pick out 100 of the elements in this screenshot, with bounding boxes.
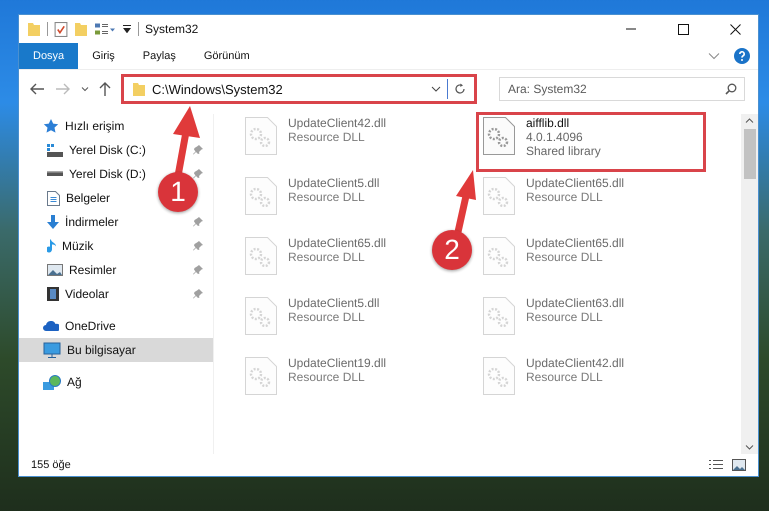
address-bar[interactable]: C:\Windows\System32: [121, 74, 477, 104]
file-detail: 4.0.1.4096: [526, 130, 584, 144]
pin-icon[interactable]: [193, 289, 203, 299]
file-name: UpdateClient65.dll: [526, 176, 624, 190]
file-item[interactable]: aifflib.dll 4.0.1.4096 Shared library: [478, 114, 704, 170]
window-title: System32: [145, 22, 198, 36]
file-item[interactable]: UpdateClient19.dll Resource DLL: [240, 354, 426, 398]
file-detail: Resource DLL: [288, 190, 366, 204]
file-detail: Shared library: [526, 144, 601, 158]
film-icon: [47, 287, 59, 301]
gear-file-icon: [482, 176, 516, 216]
pin-icon[interactable]: [193, 241, 203, 251]
vertical-scrollbar[interactable]: [741, 114, 758, 454]
sidebar-item[interactable]: Belgeler: [19, 186, 157, 210]
folder-icon: [132, 82, 146, 96]
sidebar-item[interactable]: Yerel Disk (D:): [19, 162, 157, 186]
search-field[interactable]: Ara: System32: [499, 77, 745, 101]
large-icons-view-icon[interactable]: [732, 459, 746, 471]
file-item[interactable]: UpdateClient42.dll Resource DLL: [240, 114, 426, 158]
sidebar-label: Yerel Disk (D:): [69, 167, 146, 181]
pointer-arrow: [454, 170, 476, 233]
file-detail: Resource DLL: [526, 310, 604, 324]
pin-icon[interactable]: [193, 169, 203, 179]
close-icon: [730, 24, 740, 34]
address-path: C:\Windows\System32: [152, 82, 284, 96]
pin-icon[interactable]: [193, 265, 203, 275]
help-icon[interactable]: [734, 48, 750, 64]
recent-dropdown-icon[interactable]: [81, 86, 89, 92]
sidebar-item[interactable]: Yerel Disk (C:): [19, 138, 157, 162]
gear-file-icon: [244, 236, 278, 276]
scroll-down-icon[interactable]: [745, 445, 754, 450]
sidebar-item[interactable]: Videolar: [19, 282, 157, 306]
sidebar-label: Bu bilgisayar: [67, 343, 136, 357]
details-view-icon[interactable]: [708, 460, 724, 470]
pin-icon[interactable]: [193, 145, 203, 155]
file-detail: Resource DLL: [288, 250, 366, 264]
star-icon: [43, 118, 59, 134]
sidebar-label: Müzik: [62, 239, 94, 253]
sidebar-item[interactable]: Resimler: [19, 258, 157, 282]
music-note-icon: [47, 238, 56, 254]
minimize-icon: [626, 28, 636, 30]
refresh-icon[interactable]: [454, 83, 466, 95]
file-detail: Resource DLL: [288, 130, 366, 144]
view-options-icon[interactable]: [94, 23, 116, 35]
sidebar-item[interactable]: Müzik: [19, 234, 157, 258]
gear-file-icon: [482, 296, 516, 336]
gear-file-icon: [244, 296, 278, 336]
customize-dropdown-icon[interactable]: [122, 25, 132, 33]
sidebar-label: Ağ: [67, 375, 82, 389]
file-name: UpdateClient65.dll: [288, 236, 386, 250]
file-name: UpdateClient65.dll: [526, 236, 624, 250]
picture-icon: [47, 264, 63, 276]
document-icon: [47, 190, 60, 206]
file-item[interactable]: UpdateClient65.dll Resource DLL: [240, 234, 426, 278]
file-detail: Resource DLL: [526, 250, 604, 264]
ribbon-tab[interactable]: Görünüm: [190, 43, 264, 69]
file-item[interactable]: UpdateClient5.dll Resource DLL: [240, 294, 426, 338]
file-name: UpdateClient5.dll: [288, 176, 380, 190]
file-name: UpdateClient42.dll: [526, 356, 624, 370]
file-detail: Resource DLL: [526, 190, 604, 204]
scrollbar-thumb[interactable]: [744, 129, 756, 179]
gear-file-icon: [482, 236, 516, 276]
properties-icon[interactable]: [54, 22, 68, 36]
ribbon-tab[interactable]: Giriş: [78, 43, 129, 69]
file-name: UpdateClient5.dll: [288, 296, 380, 310]
drive-icon: [47, 144, 63, 156]
expand-ribbon-icon[interactable]: [708, 52, 720, 60]
file-item[interactable]: UpdateClient65.dll Resource DLL: [478, 174, 704, 218]
file-name: UpdateClient42.dll: [288, 116, 386, 130]
sidebar-item[interactable]: İndirmeler: [19, 210, 157, 234]
ribbon-tab[interactable]: Dosya: [19, 43, 78, 69]
gear-file-icon: [482, 116, 516, 156]
sidebar-label: OneDrive: [65, 319, 116, 333]
file-item[interactable]: UpdateClient63.dll Resource DLL: [478, 294, 704, 338]
file-name: aifflib.dll: [526, 116, 570, 130]
pin-icon[interactable]: [193, 217, 203, 227]
cloud-icon: [43, 321, 59, 331]
back-arrow-icon[interactable]: [29, 83, 45, 95]
dropdown-caret-icon[interactable]: [431, 86, 441, 92]
file-item[interactable]: UpdateClient42.dll Resource DLL: [478, 354, 704, 398]
sidebar-item[interactable]: Ağ: [19, 370, 213, 394]
file-detail: Resource DLL: [288, 370, 366, 384]
maximize-icon: [678, 24, 688, 34]
search-icon: [725, 83, 737, 95]
sidebar-label: Videolar: [65, 287, 109, 301]
sidebar-item[interactable]: Hızlı erişim: [19, 114, 213, 138]
file-item[interactable]: UpdateClient5.dll Resource DLL: [240, 174, 426, 218]
sidebar-label: İndirmeler: [65, 215, 118, 229]
drive-icon: [47, 171, 63, 177]
sidebar-item[interactable]: OneDrive: [19, 314, 213, 338]
file-item[interactable]: UpdateClient65.dll Resource DLL: [478, 234, 704, 278]
gear-file-icon: [482, 356, 516, 396]
scroll-up-icon[interactable]: [745, 118, 754, 123]
gear-file-icon: [244, 116, 278, 156]
gear-file-icon: [244, 176, 278, 216]
up-arrow-icon[interactable]: [99, 82, 111, 96]
ribbon-tab[interactable]: Paylaş: [128, 43, 190, 69]
sidebar-item[interactable]: Bu bilgisayar: [19, 338, 213, 362]
sidebar-label: Belgeler: [66, 191, 110, 205]
sidebar-label: Resimler: [69, 263, 116, 277]
